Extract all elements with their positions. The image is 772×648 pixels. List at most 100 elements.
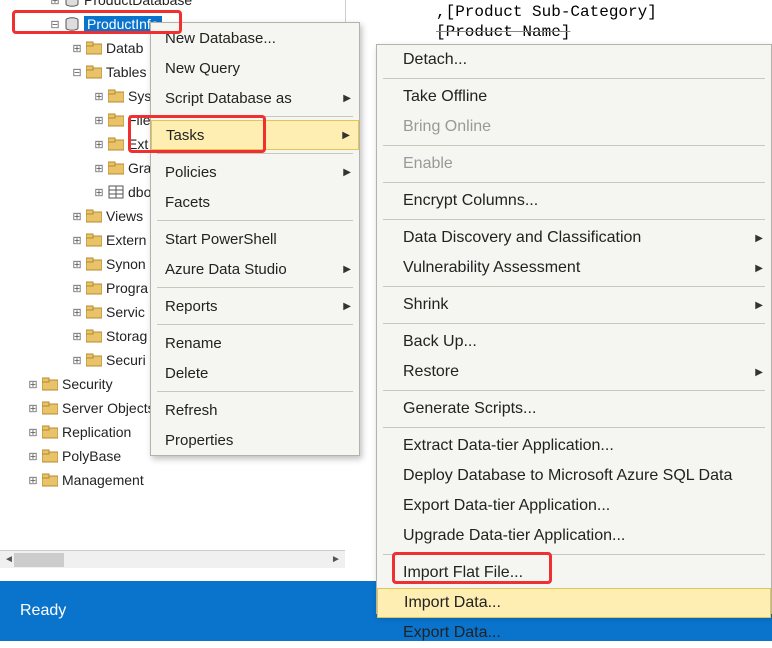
menu-item-export-data-tier-application[interactable]: Export Data-tier Application... <box>377 491 771 521</box>
menu-item-import-data[interactable]: Import Data... <box>377 588 771 618</box>
menu-separator <box>157 153 353 154</box>
expand-icon[interactable]: ⊞ <box>70 233 84 247</box>
expand-icon[interactable]: ⊞ <box>70 41 84 55</box>
menu-separator <box>157 220 353 221</box>
tree-label: Tables <box>106 64 146 80</box>
menu-item-shrink[interactable]: Shrink▶ <box>377 290 771 320</box>
tree-horizontal-scrollbar[interactable]: ◄ ► <box>0 550 345 568</box>
menu-item-label: Encrypt Columns... <box>403 192 538 210</box>
tree-label: ProductDatabase <box>84 0 192 8</box>
menu-item-label: Export Data-tier Application... <box>403 497 610 515</box>
menu-item-enable[interactable]: Enable <box>377 149 771 179</box>
menu-item-label: New Query <box>165 60 240 77</box>
tree-label: Views <box>106 208 143 224</box>
menu-item-export-data[interactable]: Export Data... <box>377 618 771 648</box>
expand-icon[interactable]: ⊞ <box>26 473 40 487</box>
submenu-arrow-icon: ▶ <box>343 264 351 275</box>
menu-item-new-query[interactable]: New Query <box>151 53 359 83</box>
tree-label: Servic <box>106 304 145 320</box>
menu-item-back-up[interactable]: Back Up... <box>377 327 771 357</box>
folder-icon <box>86 41 102 55</box>
menu-item-encrypt-columns[interactable]: Encrypt Columns... <box>377 186 771 216</box>
tree-label: Datab <box>106 40 143 56</box>
tree-item-productdatabase[interactable]: ⊞ ProductDatabase <box>0 0 345 12</box>
menu-item-start-powershell[interactable]: Start PowerShell <box>151 224 359 254</box>
expand-icon[interactable]: ⊞ <box>70 281 84 295</box>
expand-icon[interactable]: ⊞ <box>92 89 106 103</box>
expand-icon[interactable]: ⊞ <box>26 449 40 463</box>
menu-item-policies[interactable]: Policies▶ <box>151 157 359 187</box>
menu-item-label: Extract Data-tier Application... <box>403 437 614 455</box>
menu-separator <box>157 324 353 325</box>
scroll-right-arrow[interactable]: ► <box>329 553 343 567</box>
menu-item-import-flat-file[interactable]: Import Flat File... <box>377 558 771 588</box>
menu-item-label: Refresh <box>165 402 218 419</box>
scroll-thumb[interactable] <box>14 553 64 567</box>
menu-item-delete[interactable]: Delete <box>151 358 359 388</box>
menu-item-label: Shrink <box>403 296 448 314</box>
menu-item-label: Generate Scripts... <box>403 400 536 418</box>
table-icon <box>108 185 124 199</box>
menu-item-take-offline[interactable]: Take Offline <box>377 82 771 112</box>
code-line: ,[Product Sub-Category] <box>436 2 762 22</box>
menu-item-azure-data-studio[interactable]: Azure Data Studio▶ <box>151 254 359 284</box>
folder-icon <box>42 377 58 391</box>
tree-label: dbo <box>128 184 151 200</box>
tree-label: Security <box>62 376 113 392</box>
expand-icon[interactable]: ⊞ <box>92 161 106 175</box>
menu-item-script-database-as[interactable]: Script Database as▶ <box>151 83 359 113</box>
expand-icon[interactable]: ⊞ <box>92 137 106 151</box>
expand-icon[interactable]: ⊞ <box>92 185 106 199</box>
menu-item-rename[interactable]: Rename <box>151 328 359 358</box>
folder-icon <box>108 161 124 175</box>
tree-label: Server Objects <box>62 400 155 416</box>
menu-item-properties[interactable]: Properties <box>151 425 359 455</box>
menu-item-deploy-database-to-microsoft-azure-sql-data[interactable]: Deploy Database to Microsoft Azure SQL D… <box>377 461 771 491</box>
expand-icon[interactable]: ⊞ <box>70 305 84 319</box>
menu-separator <box>383 323 765 324</box>
submenu-arrow-icon: ▶ <box>343 93 351 104</box>
menu-item-label: Reports <box>165 298 218 315</box>
menu-item-label: Detach... <box>403 51 467 69</box>
tree-label: Ext <box>128 136 148 152</box>
menu-item-label: Restore <box>403 363 459 381</box>
menu-item-data-discovery-and-classification[interactable]: Data Discovery and Classification▶ <box>377 223 771 253</box>
menu-item-label: Import Flat File... <box>403 564 523 582</box>
expand-icon[interactable]: ⊞ <box>70 209 84 223</box>
status-text: Ready <box>20 602 66 620</box>
database-context-menu[interactable]: New Database... New Query Script Database … <box>150 22 360 456</box>
expand-icon[interactable]: ⊞ <box>70 353 84 367</box>
menu-item-bring-online[interactable]: Bring Online <box>377 112 771 142</box>
menu-item-upgrade-data-tier-application[interactable]: Upgrade Data-tier Application... <box>377 521 771 551</box>
menu-separator <box>383 145 765 146</box>
menu-item-restore[interactable]: Restore▶ <box>377 357 771 387</box>
expand-icon[interactable]: ⊞ <box>26 425 40 439</box>
expand-icon[interactable]: ⊞ <box>92 113 106 127</box>
tasks-submenu[interactable]: Detach... Take OfflineBring Online Enable E… <box>376 44 772 614</box>
tree-label: PolyBase <box>62 448 121 464</box>
menu-item-label: Enable <box>403 155 453 173</box>
menu-item-label: Import Data... <box>404 594 501 612</box>
expand-icon[interactable]: ⊞ <box>48 0 62 7</box>
expand-icon[interactable]: ⊞ <box>70 257 84 271</box>
scroll-left-arrow[interactable]: ◄ <box>2 553 16 567</box>
expand-icon[interactable]: ⊞ <box>26 377 40 391</box>
menu-item-facets[interactable]: Facets <box>151 187 359 217</box>
menu-item-new-database[interactable]: New Database... <box>151 23 359 53</box>
menu-item-tasks[interactable]: Tasks▶ <box>151 120 359 150</box>
menu-item-reports[interactable]: Reports▶ <box>151 291 359 321</box>
tree-item-management[interactable]: ⊞Management <box>0 468 345 492</box>
menu-item-extract-data-tier-application[interactable]: Extract Data-tier Application... <box>377 431 771 461</box>
menu-item-generate-scripts[interactable]: Generate Scripts... <box>377 394 771 424</box>
menu-item-label: Vulnerability Assessment <box>403 259 580 277</box>
menu-item-detach[interactable]: Detach... <box>377 45 771 75</box>
expand-icon[interactable]: ⊞ <box>70 329 84 343</box>
menu-separator <box>383 182 765 183</box>
expand-icon[interactable]: ⊟ <box>48 17 62 31</box>
expand-icon[interactable]: ⊟ <box>70 65 84 79</box>
menu-separator <box>383 390 765 391</box>
folder-icon <box>108 89 124 103</box>
menu-item-vulnerability-assessment[interactable]: Vulnerability Assessment▶ <box>377 253 771 283</box>
menu-item-refresh[interactable]: Refresh <box>151 395 359 425</box>
expand-icon[interactable]: ⊞ <box>26 401 40 415</box>
